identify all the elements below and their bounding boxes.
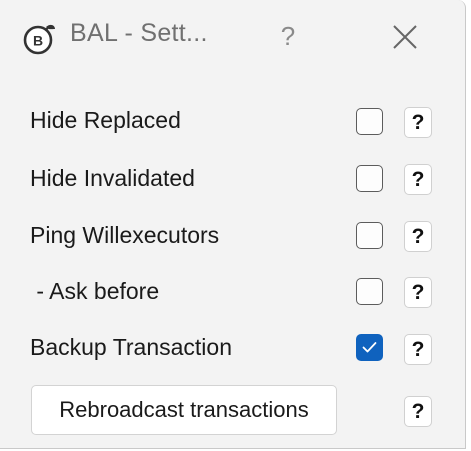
rebroadcast-transactions-button[interactable]: Rebroadcast transactions: [31, 385, 337, 435]
settings-window: B BAL - Sett... ? Hide Replaced ? Hide I…: [0, 0, 466, 449]
ask-before-help-button[interactable]: ?: [404, 277, 432, 308]
ask-before-checkbox[interactable]: [356, 278, 383, 305]
rebroadcast-help-button[interactable]: ?: [404, 396, 432, 427]
window-title: BAL - Sett...: [70, 19, 208, 47]
hide-replaced-help-button[interactable]: ?: [404, 107, 432, 138]
backup-transaction-help-button[interactable]: ?: [404, 334, 432, 365]
close-icon[interactable]: [383, 17, 427, 57]
ask-before-label: - Ask before: [30, 278, 160, 304]
title-help-button[interactable]: ?: [270, 16, 306, 56]
bal-logo-icon: B: [23, 24, 55, 55]
hide-replaced-checkbox[interactable]: [356, 108, 383, 135]
backup-transaction-checkbox[interactable]: [356, 334, 383, 361]
ping-willexecutors-checkbox[interactable]: [356, 222, 383, 249]
hide-invalidated-help-button[interactable]: ?: [404, 164, 432, 195]
ping-willexecutors-label: Ping Willexecutors: [30, 222, 220, 248]
checkmark-icon: [362, 342, 377, 353]
hide-invalidated-label: Hide Invalidated: [30, 165, 195, 191]
hide-replaced-label: Hide Replaced: [30, 107, 181, 133]
hide-invalidated-checkbox[interactable]: [356, 165, 383, 192]
backup-transaction-label: Backup Transaction: [30, 334, 233, 360]
ping-willexecutors-help-button[interactable]: ?: [404, 221, 432, 252]
title-bar[interactable]: B BAL - Sett... ?: [0, 0, 465, 76]
svg-text:B: B: [33, 33, 43, 49]
